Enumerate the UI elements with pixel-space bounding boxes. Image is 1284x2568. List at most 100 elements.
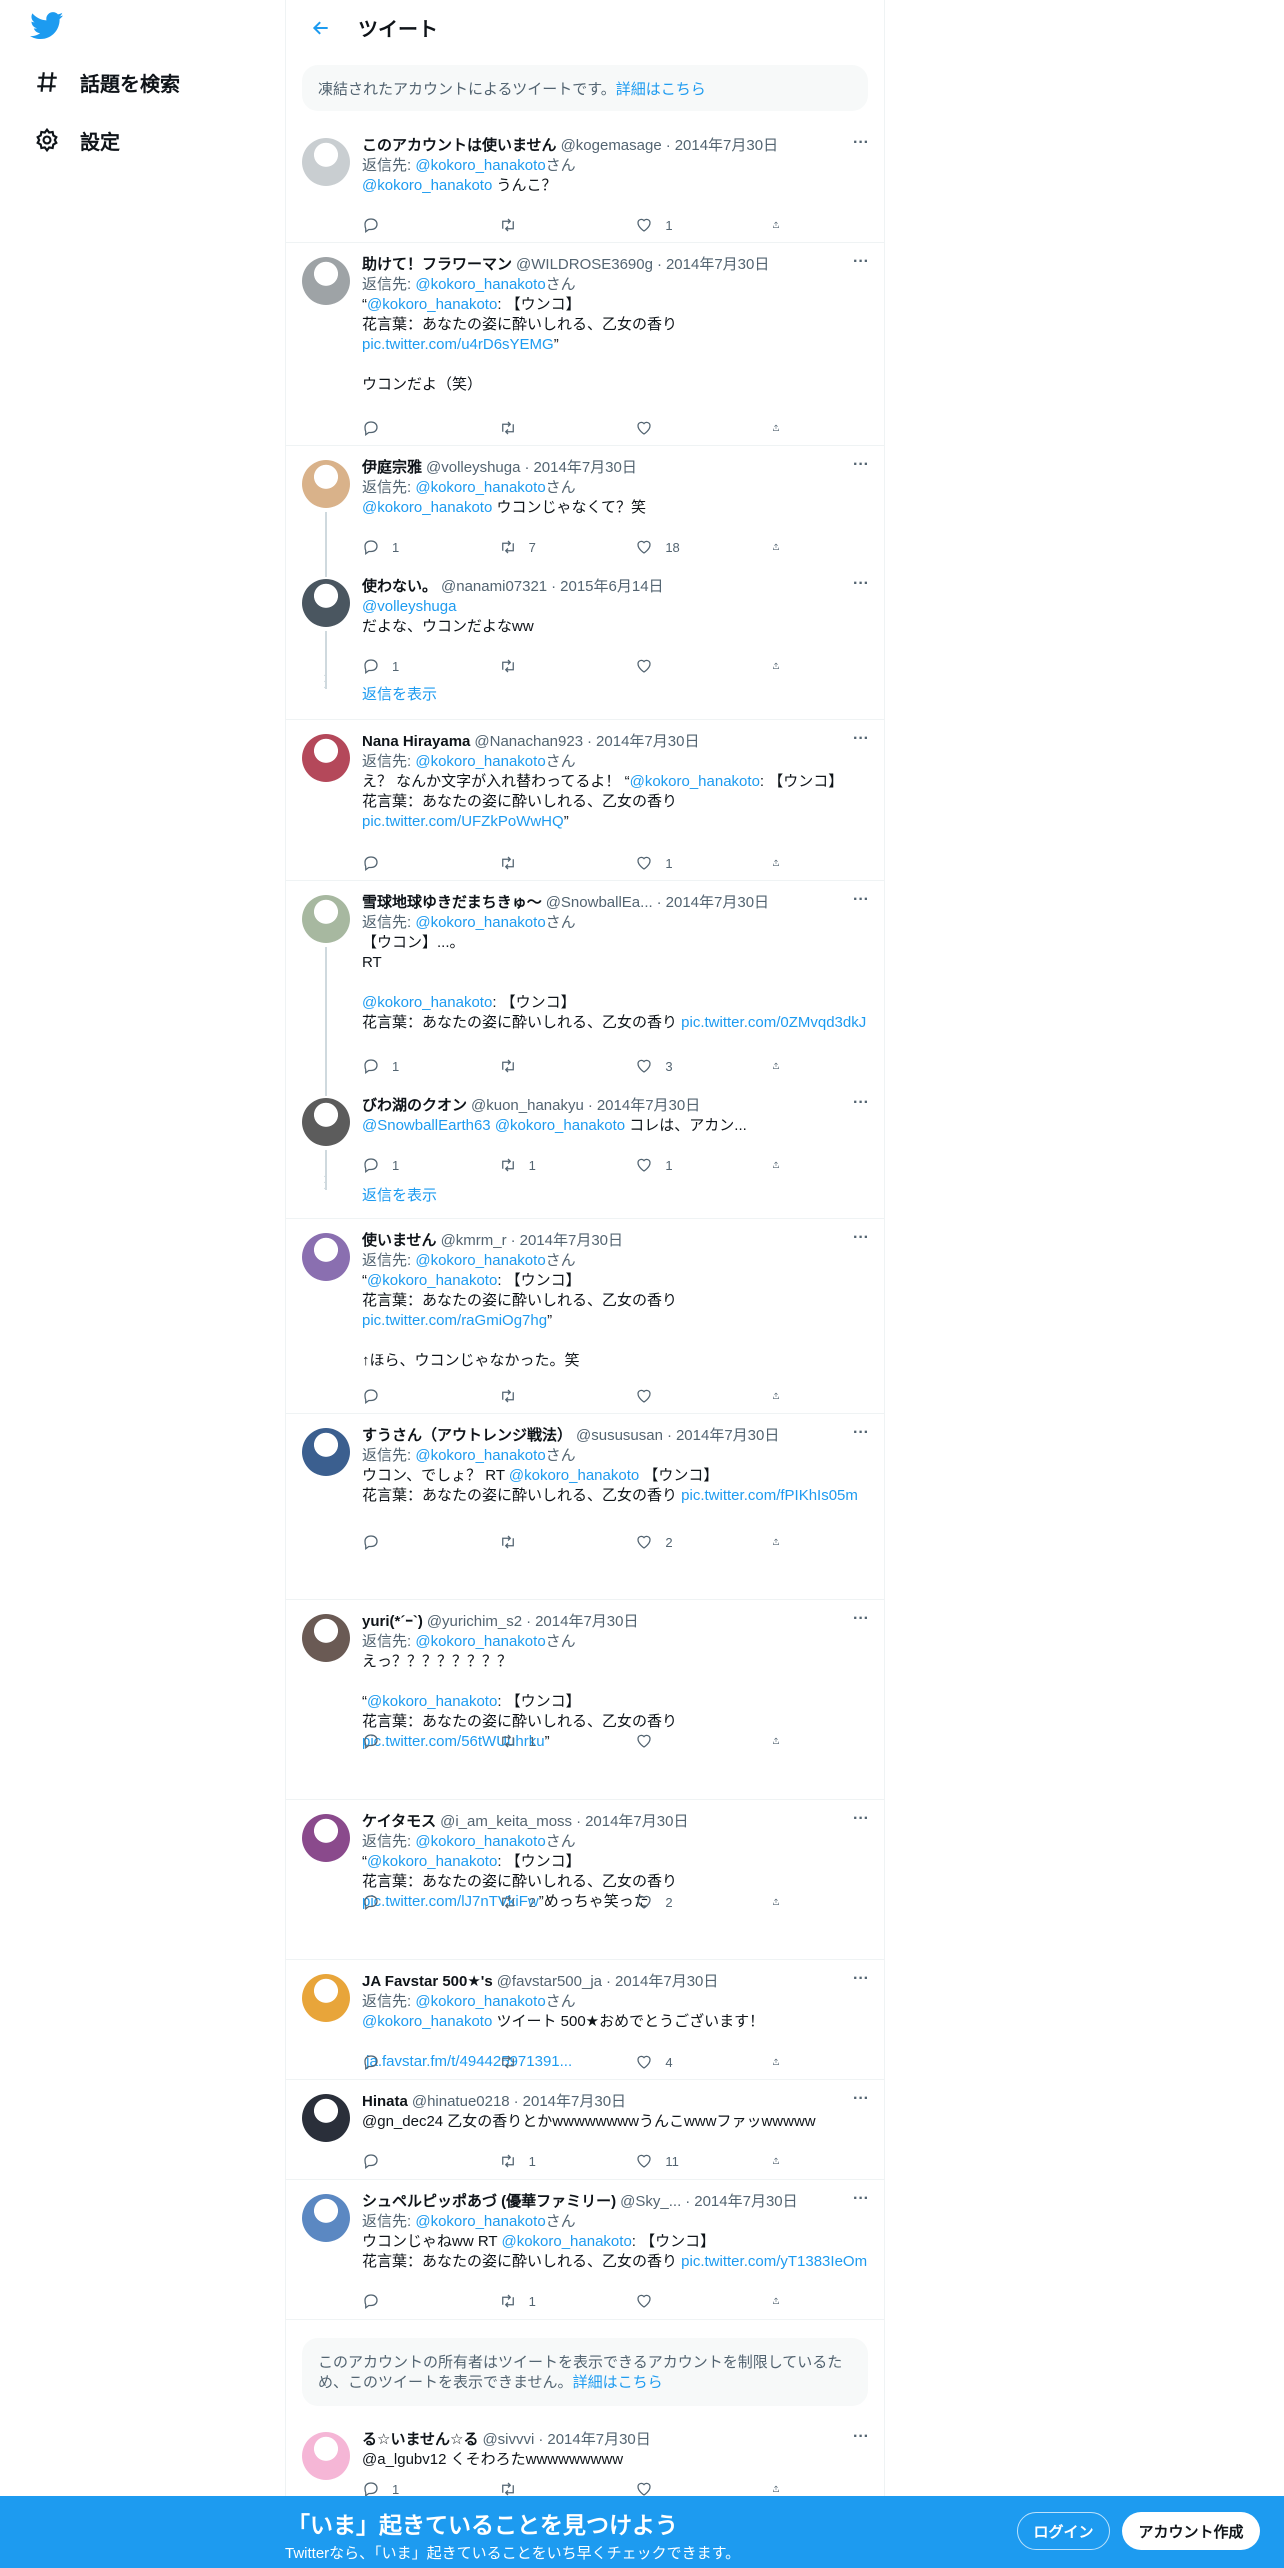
handle[interactable]: @sivvvi	[482, 2430, 534, 2450]
tweet-date[interactable]: 2014年7月30日	[520, 1231, 623, 1251]
like-button[interactable]	[635, 657, 745, 675]
like-button[interactable]: 1	[635, 854, 745, 872]
mention-link[interactable]: @kokoro_hanakoto	[362, 177, 492, 194]
handle[interactable]: @kmrm_r	[441, 1231, 507, 1251]
like-button[interactable]	[635, 1387, 745, 1405]
tweet[interactable]: ··· このアカウントは使いません @kogemasage · 2014年7月30日 返信…	[286, 124, 884, 243]
avatar[interactable]	[302, 734, 350, 782]
mention-link[interactable]: @volleyshuga	[362, 598, 456, 615]
like-button[interactable]: 3	[635, 1057, 745, 1075]
reply-button[interactable]: 1	[362, 1156, 472, 1174]
sidebar-item-explore[interactable]: 話題を検索	[34, 64, 180, 100]
retweet-button[interactable]: 1	[499, 2292, 609, 2310]
tweet[interactable]: ··· すうさん（アウトレンジ戦法） @susususan · 2014年7月30日 返信…	[286, 1414, 884, 1600]
tweet[interactable]: ··· シュペルピッポあづ (優華ファミリー) @Sky_... · 2014年7月30…	[286, 2180, 884, 2320]
tweet-date[interactable]: 2014年7月30日	[615, 1972, 718, 1992]
login-button[interactable]: ログイン	[1017, 2512, 1110, 2550]
reply-to-mention[interactable]: @kokoro_hanakoto	[415, 914, 545, 931]
display-name[interactable]: Hinata	[362, 2092, 408, 2112]
avatar[interactable]	[302, 579, 350, 627]
handle[interactable]: @nanami07321	[441, 577, 547, 597]
handle[interactable]: @susususan	[576, 1426, 663, 1446]
retweet-button[interactable]	[499, 419, 609, 437]
handle[interactable]: @SnowballEa...	[546, 893, 653, 913]
display-name[interactable]: シュペルピッポあづ (優華ファミリー)	[362, 2192, 616, 2212]
tweet-date[interactable]: 2014年7月30日	[523, 2092, 626, 2112]
handle[interactable]: @favstar500_ja	[497, 1972, 602, 1992]
share-button[interactable]	[772, 2053, 792, 2071]
tweet-date[interactable]: 2014年7月30日	[694, 2192, 797, 2212]
handle[interactable]: @volleyshuga	[426, 458, 520, 478]
like-button[interactable]: 18	[635, 538, 745, 556]
avatar[interactable]	[302, 1428, 350, 1476]
like-button[interactable]: 2	[635, 1533, 745, 1551]
share-button[interactable]	[772, 2152, 792, 2170]
like-button[interactable]: 11	[635, 2152, 745, 2170]
sidebar-item-settings[interactable]: 設定	[34, 122, 120, 158]
tweet-date[interactable]: 2014年7月30日	[547, 2430, 650, 2450]
mention-link[interactable]: @SnowballEarth63	[362, 1117, 491, 1134]
reply-button[interactable]: 1	[362, 657, 472, 675]
tweet-date[interactable]: 2014年7月30日	[666, 255, 769, 275]
tweet-date[interactable]: 2014年7月30日	[533, 458, 636, 478]
display-name[interactable]: 伊庭宗雅	[362, 458, 422, 478]
avatar[interactable]	[302, 1814, 350, 1862]
reply-button[interactable]	[362, 854, 472, 872]
like-button[interactable]: 2	[635, 1893, 745, 1911]
display-name[interactable]: 助けて！フラワーマン	[362, 255, 512, 275]
avatar[interactable]	[302, 2194, 350, 2242]
share-button[interactable]	[772, 538, 792, 556]
avatar[interactable]	[302, 1233, 350, 1281]
reply-to-mention[interactable]: @kokoro_hanakoto	[415, 1993, 545, 2010]
retweet-button[interactable]: 1	[499, 1156, 609, 1174]
avatar[interactable]	[302, 1614, 350, 1662]
share-button[interactable]	[772, 2292, 792, 2310]
reply-to-mention[interactable]: @kokoro_hanakoto	[415, 479, 545, 496]
tweet-date[interactable]: 2014年7月30日	[597, 1096, 700, 1116]
media-link[interactable]: pic.twitter.com/yT1383IeOm	[681, 2253, 867, 2270]
tweet[interactable]: ··· Nana Hirayama @Nanachan923 · 2014年7月30日返…	[286, 720, 884, 881]
retweet-button[interactable]	[499, 657, 609, 675]
retweet-button[interactable]: 2	[499, 1893, 609, 1911]
signup-button[interactable]: アカウント作成	[1122, 2512, 1260, 2550]
avatar[interactable]	[302, 1974, 350, 2022]
avatar[interactable]	[302, 1098, 350, 1146]
handle[interactable]: @kuon_hanakyu	[471, 1096, 584, 1116]
like-button[interactable]	[635, 419, 745, 437]
mention-link[interactable]: @kokoro_hanakoto	[362, 2013, 492, 2030]
avatar[interactable]	[302, 257, 350, 305]
tweet-date[interactable]: 2015年6月14日	[560, 577, 663, 597]
reply-button[interactable]	[362, 2152, 472, 2170]
share-button[interactable]	[772, 1893, 792, 1911]
retweet-button[interactable]	[499, 1533, 609, 1551]
tweet[interactable]: ··· る☆いません☆る @sivvvi · 2014年7月30日 @a_lgubv12 …	[286, 2418, 884, 2498]
tweet[interactable]: ··· yuri(*´ｰ`) @yurichim_s2 · 2014年7月30日 返信先:…	[286, 1600, 884, 1800]
retweet-button[interactable]	[499, 2053, 609, 2071]
tweet-date[interactable]: 2014年7月30日	[585, 1812, 688, 1832]
handle[interactable]: @yurichim_s2	[427, 1612, 522, 1632]
avatar[interactable]	[302, 2432, 350, 2480]
reply-to-mention[interactable]: @kokoro_hanakoto	[415, 1633, 545, 1650]
share-button[interactable]	[772, 419, 792, 437]
tweet[interactable]: ··· 助けて！フラワーマン @WILDROSE3690g · 2014年7月30日 返信…	[286, 243, 884, 446]
display-name[interactable]: びわ湖のクオン	[362, 1096, 467, 1116]
mention-link[interactable]: @kokoro_hanakoto	[630, 773, 760, 790]
twitter-bird-icon[interactable]	[30, 12, 64, 40]
display-name[interactable]: ケイタモス	[362, 1812, 436, 1832]
reply-button[interactable]	[362, 1732, 472, 1750]
retweet-button[interactable]	[499, 1057, 609, 1075]
share-button[interactable]	[772, 1057, 792, 1075]
handle[interactable]: @i_am_keita_moss	[440, 1812, 572, 1832]
retweet-button[interactable]: 7	[499, 538, 609, 556]
display-name[interactable]: 使いません	[362, 1231, 437, 1251]
retweet-button[interactable]: 1	[499, 1732, 609, 1750]
tweet[interactable]: ··· JA Favstar 500★'s @favstar500_ja · 2014年…	[286, 1960, 884, 2080]
display-name[interactable]: 雪球地球ゆきだまちきゅ〜	[362, 893, 542, 913]
share-button[interactable]	[772, 1156, 792, 1174]
retweet-button[interactable]	[499, 216, 609, 234]
like-button[interactable]	[635, 2292, 745, 2310]
tweet[interactable]: ··· 使いません @kmrm_r · 2014年7月30日 返信先: @kokoro_h…	[286, 1219, 884, 1414]
display-name[interactable]: JA Favstar 500★'s	[362, 1972, 493, 1992]
like-button[interactable]: 4	[635, 2053, 745, 2071]
reply-button[interactable]: 1	[362, 1057, 472, 1075]
